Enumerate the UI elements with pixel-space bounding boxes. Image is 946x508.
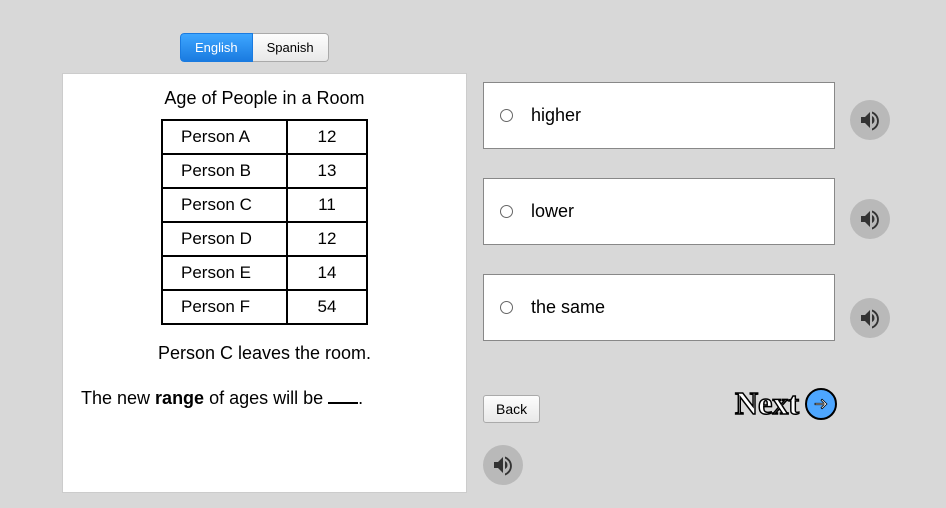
person-label: Person F [162,290,287,324]
radio-icon [500,109,513,122]
table-row: Person D12 [162,222,367,256]
person-label: Person A [162,120,287,154]
person-age: 12 [287,222,367,256]
age-table: Person A12 Person B13 Person C11 Person … [161,119,368,325]
person-label: Person C [162,188,287,222]
table-row: Person E14 [162,256,367,290]
person-age: 54 [287,290,367,324]
answer-option-lower[interactable]: lower [483,178,835,245]
next-label: Next [735,385,799,422]
answer-text: lower [531,201,574,222]
person-label: Person D [162,222,287,256]
answer-option-same[interactable]: the same [483,274,835,341]
radio-icon [500,205,513,218]
back-button[interactable]: Back [483,395,540,423]
person-label: Person E [162,256,287,290]
answer-text: the same [531,297,605,318]
answer-option-higher[interactable]: higher [483,82,835,149]
question-line-1: Person C leaves the room. [71,343,458,364]
answer-text: higher [531,105,581,126]
table-row: Person A12 [162,120,367,154]
speaker-icon[interactable] [850,298,890,338]
speaker-icon[interactable] [483,445,523,485]
radio-icon [500,301,513,314]
language-tabs: English Spanish [180,33,329,62]
question-line-2: The new range of ages will be . [71,388,458,409]
answer-list: higher lower the same [483,82,835,370]
person-age: 13 [287,154,367,188]
table-title: Age of People in a Room [71,88,458,109]
person-age: 11 [287,188,367,222]
question-panel: Age of People in a Room Person A12 Perso… [62,73,467,493]
table-row: Person C11 [162,188,367,222]
tab-english[interactable]: English [180,33,253,62]
person-label: Person B [162,154,287,188]
speaker-icon[interactable] [850,199,890,239]
person-age: 12 [287,120,367,154]
speaker-icon[interactable] [850,100,890,140]
tab-spanish[interactable]: Spanish [253,33,329,62]
answer-speakers [850,100,890,397]
table-row: Person F54 [162,290,367,324]
arrow-right-icon [805,388,837,420]
table-row: Person B13 [162,154,367,188]
next-button[interactable]: Next [735,385,837,422]
fill-blank [328,400,358,404]
person-age: 14 [287,256,367,290]
